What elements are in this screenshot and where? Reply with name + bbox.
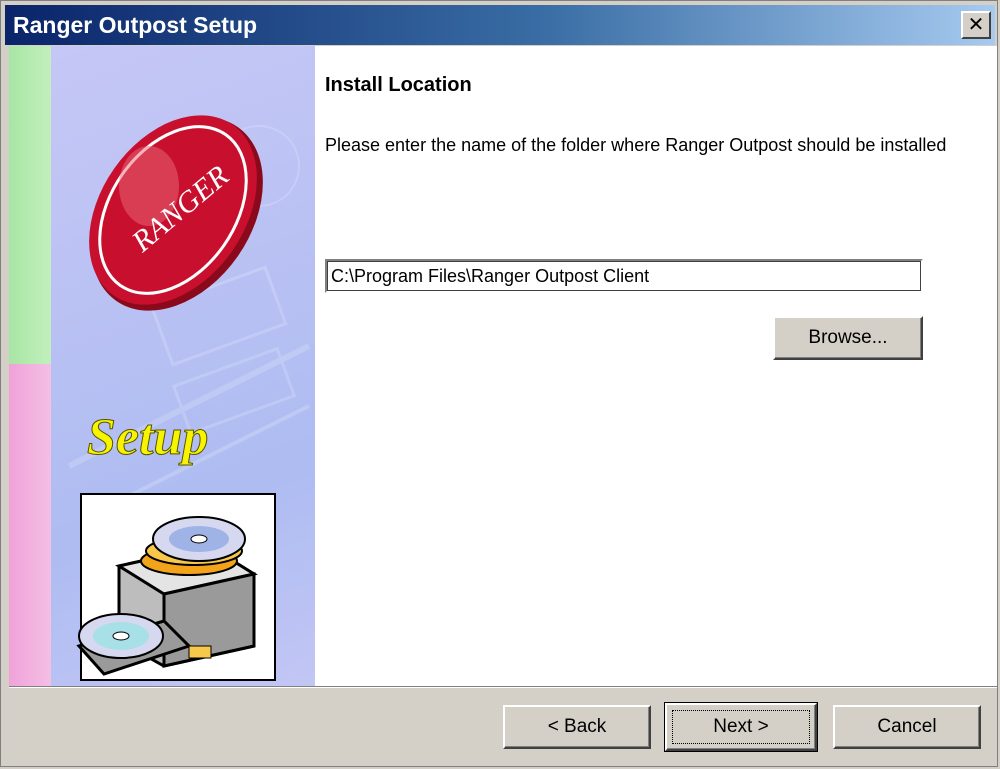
close-icon: ✕ [967, 12, 985, 36]
ranger-logo-icon: RANGER [89, 115, 263, 311]
next-button[interactable]: Next > [664, 702, 818, 752]
window-title: Ranger Outpost Setup [13, 12, 258, 38]
title-bar[interactable]: Ranger Outpost Setup ✕ [5, 5, 995, 45]
cd-drive-icon [76, 493, 276, 681]
back-button[interactable]: < Back [503, 705, 651, 749]
setup-label: Setup [87, 409, 208, 466]
page-description: Please enter the name of the folder wher… [325, 135, 947, 155]
wizard-sidebar-banner: RANGER Setup [9, 46, 315, 686]
setup-dialog: Ranger Outpost Setup ✕ RANGER Setup Inst… [0, 0, 998, 767]
install-path-input[interactable] [325, 259, 923, 293]
cancel-button[interactable]: Cancel [833, 705, 981, 749]
sidebar-illustration: RANGER Setup [67, 115, 311, 681]
close-button[interactable]: ✕ [961, 11, 991, 39]
footer-divider [9, 686, 997, 688]
page-title: Install Location [325, 74, 472, 96]
browse-button[interactable]: Browse... [773, 316, 923, 360]
wizard-content-panel: Install Location Please enter the name o… [315, 46, 997, 686]
focus-rectangle [672, 710, 810, 744]
